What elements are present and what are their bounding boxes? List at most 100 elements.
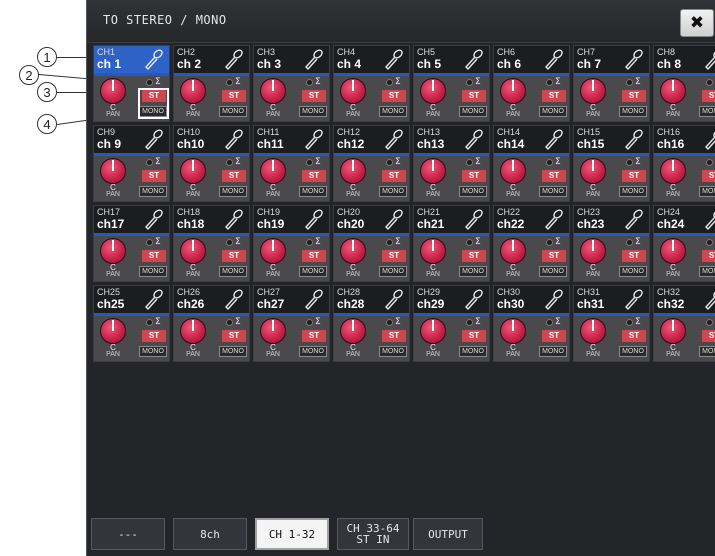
channel-name-button[interactable]: CH20 ch20	[334, 206, 409, 233]
channel-name-button[interactable]: CH14 ch14	[494, 126, 569, 153]
st-button[interactable]: ST	[302, 90, 326, 102]
st-button[interactable]: ST	[462, 250, 486, 262]
mono-button[interactable]: MONO	[299, 346, 327, 357]
st-button[interactable]: ST	[142, 330, 166, 342]
mono-button[interactable]: MONO	[539, 346, 567, 357]
channel-name-button[interactable]: CH21 ch21	[414, 206, 489, 233]
mono-button[interactable]: MONO	[219, 186, 247, 197]
mono-button[interactable]: MONO	[139, 106, 167, 117]
mono-button[interactable]: MONO	[619, 186, 647, 197]
st-button[interactable]: ST	[382, 330, 406, 342]
st-button[interactable]: ST	[702, 90, 715, 102]
pan-knob[interactable]	[660, 318, 686, 344]
st-button[interactable]: ST	[462, 330, 486, 342]
channel-name-button[interactable]: CH7 ch 7	[574, 46, 649, 73]
st-button[interactable]: ST	[542, 170, 566, 182]
pan-knob[interactable]	[500, 158, 526, 184]
tab-3[interactable]: CH 33-64 ST IN	[337, 518, 409, 550]
pan-knob[interactable]	[660, 158, 686, 184]
mono-button[interactable]: MONO	[299, 186, 327, 197]
pan-knob[interactable]	[180, 158, 206, 184]
channel-name-button[interactable]: CH25 ch25	[94, 286, 169, 313]
pan-knob[interactable]	[100, 238, 126, 264]
channel-name-button[interactable]: CH12 ch12	[334, 126, 409, 153]
mono-button[interactable]: MONO	[379, 106, 407, 117]
st-button[interactable]: ST	[542, 90, 566, 102]
channel-name-button[interactable]: CH6 ch 6	[494, 46, 569, 73]
mono-button[interactable]: MONO	[139, 346, 167, 357]
channel-name-button[interactable]: CH9 ch 9	[94, 126, 169, 153]
pan-knob[interactable]	[340, 238, 366, 264]
mono-button[interactable]: MONO	[219, 266, 247, 277]
channel-name-button[interactable]: CH24 ch24	[654, 206, 715, 233]
st-button[interactable]: ST	[142, 250, 166, 262]
pan-knob[interactable]	[340, 78, 366, 104]
channel-name-button[interactable]: CH13 ch13	[414, 126, 489, 153]
tab-4[interactable]: OUTPUT	[413, 518, 483, 550]
close-button[interactable]: ✖	[680, 9, 714, 37]
mono-button[interactable]: MONO	[299, 266, 327, 277]
channel-name-button[interactable]: CH30 ch30	[494, 286, 569, 313]
pan-knob[interactable]	[660, 238, 686, 264]
pan-knob[interactable]	[580, 318, 606, 344]
mono-button[interactable]: MONO	[219, 106, 247, 117]
pan-knob[interactable]	[500, 318, 526, 344]
channel-name-button[interactable]: CH31 ch31	[574, 286, 649, 313]
st-button[interactable]: ST	[542, 250, 566, 262]
pan-knob[interactable]	[340, 318, 366, 344]
tab-1[interactable]: 8ch	[173, 518, 247, 550]
pan-knob[interactable]	[420, 158, 446, 184]
channel-name-button[interactable]: CH28 ch28	[334, 286, 409, 313]
mono-button[interactable]: MONO	[379, 186, 407, 197]
st-button[interactable]: ST	[382, 90, 406, 102]
channel-name-button[interactable]: CH4 ch 4	[334, 46, 409, 73]
channel-name-button[interactable]: CH5 ch 5	[414, 46, 489, 73]
pan-knob[interactable]	[660, 78, 686, 104]
channel-name-button[interactable]: CH23 ch23	[574, 206, 649, 233]
st-button[interactable]: ST	[302, 170, 326, 182]
pan-knob[interactable]	[180, 238, 206, 264]
st-button[interactable]: ST	[222, 330, 246, 342]
mono-button[interactable]: MONO	[219, 346, 247, 357]
mono-button[interactable]: MONO	[699, 186, 715, 197]
pan-knob[interactable]	[100, 78, 126, 104]
pan-knob[interactable]	[100, 318, 126, 344]
st-button[interactable]: ST	[382, 250, 406, 262]
st-button[interactable]: ST	[142, 90, 166, 102]
st-button[interactable]: ST	[622, 330, 646, 342]
channel-name-button[interactable]: CH15 ch15	[574, 126, 649, 153]
st-button[interactable]: ST	[702, 330, 715, 342]
pan-knob[interactable]	[180, 78, 206, 104]
st-button[interactable]: ST	[222, 170, 246, 182]
channel-name-button[interactable]: CH11 ch11	[254, 126, 329, 153]
mono-button[interactable]: MONO	[539, 186, 567, 197]
st-button[interactable]: ST	[142, 170, 166, 182]
channel-name-button[interactable]: CH26 ch26	[174, 286, 249, 313]
pan-knob[interactable]	[260, 78, 286, 104]
mono-button[interactable]: MONO	[699, 266, 715, 277]
mono-button[interactable]: MONO	[139, 266, 167, 277]
mono-button[interactable]: MONO	[619, 106, 647, 117]
mono-button[interactable]: MONO	[459, 346, 487, 357]
mono-button[interactable]: MONO	[699, 106, 715, 117]
pan-knob[interactable]	[580, 238, 606, 264]
st-button[interactable]: ST	[222, 250, 246, 262]
st-button[interactable]: ST	[462, 90, 486, 102]
mono-button[interactable]: MONO	[699, 346, 715, 357]
channel-name-button[interactable]: CH27 ch27	[254, 286, 329, 313]
pan-knob[interactable]	[340, 158, 366, 184]
st-button[interactable]: ST	[622, 170, 646, 182]
mono-button[interactable]: MONO	[539, 106, 567, 117]
st-button[interactable]: ST	[222, 90, 246, 102]
channel-name-button[interactable]: CH32 ch32	[654, 286, 715, 313]
pan-knob[interactable]	[260, 238, 286, 264]
mono-button[interactable]: MONO	[299, 106, 327, 117]
tab-0[interactable]: ---	[91, 518, 165, 550]
st-button[interactable]: ST	[622, 90, 646, 102]
pan-knob[interactable]	[420, 238, 446, 264]
st-button[interactable]: ST	[302, 330, 326, 342]
st-button[interactable]: ST	[622, 250, 646, 262]
st-button[interactable]: ST	[702, 250, 715, 262]
channel-name-button[interactable]: CH29 ch29	[414, 286, 489, 313]
mono-button[interactable]: MONO	[379, 266, 407, 277]
